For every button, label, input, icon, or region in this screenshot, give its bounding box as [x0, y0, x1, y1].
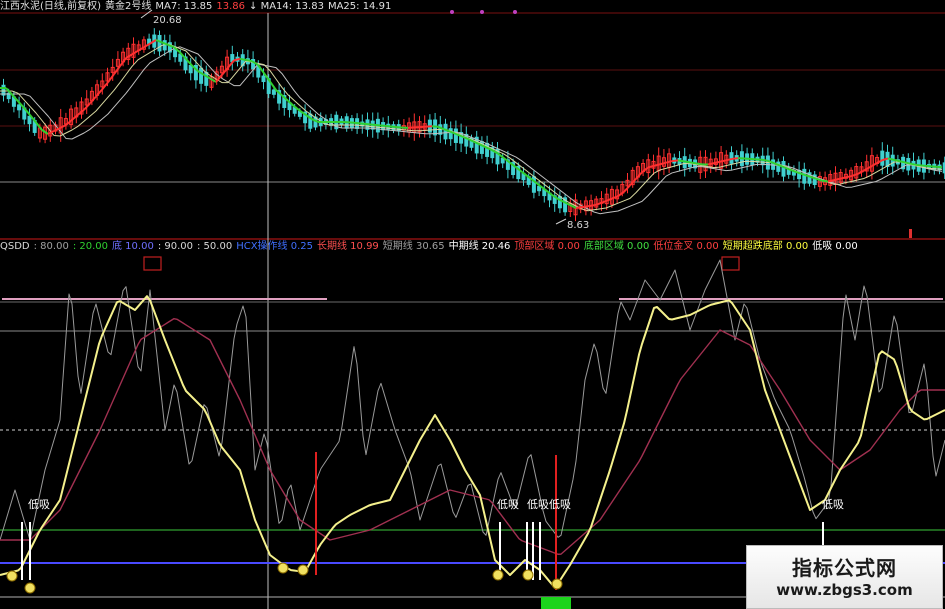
marker-dot: [513, 10, 517, 14]
high-price-label: 20.68: [153, 15, 182, 26]
candlestick: [557, 196, 562, 209]
ma-short-segment: [359, 122, 367, 125]
marker-dot: [480, 10, 484, 14]
smiley-icon: [24, 582, 36, 594]
ma-short-segment: [731, 157, 739, 160]
candlestick: [802, 168, 807, 184]
ma-long-line: [0, 46, 943, 215]
ma-short-segment: [347, 121, 355, 124]
indicator-lines-group: [0, 259, 945, 590]
candlestick: [261, 75, 266, 83]
volume-spike: [909, 229, 912, 238]
moving-average-group: [0, 39, 943, 215]
ma-short-segment: [827, 179, 835, 183]
bottom-zone-block: [541, 597, 571, 609]
high-pointer: [140, 9, 153, 19]
smiley-icon: [492, 569, 504, 581]
smiley-icon: [277, 562, 289, 574]
ma-short-segment: [899, 160, 907, 164]
candlestick: [199, 67, 204, 84]
candlestick: [781, 160, 786, 177]
ma-short-segment: [269, 81, 277, 91]
ma-short-segment: [575, 206, 583, 209]
candlestick: [157, 34, 162, 52]
ma-short-segment: [887, 157, 895, 161]
watermark-box: 指标公式网 www.zbgs3.com: [746, 545, 943, 609]
candlestick: [27, 115, 32, 125]
candlestick: [271, 89, 276, 95]
ma-short-segment: [839, 176, 847, 180]
ma-mid-line: [0, 43, 943, 212]
ma-short-segment: [383, 124, 391, 128]
ma-short-segment: [905, 161, 913, 166]
ma-short-segment: [695, 162, 703, 166]
candlestick: [443, 123, 448, 140]
ma-short-segment: [431, 125, 439, 128]
ma-short-segment: [371, 123, 379, 127]
ma-short-segment: [893, 158, 901, 163]
ma-short-segment: [677, 159, 685, 163]
ma-short-segment: [239, 57, 247, 61]
ma-short-segment: [821, 179, 829, 183]
ma-short-segment: [365, 123, 373, 126]
watermark-url: www.zbgs3.com: [776, 581, 913, 599]
ma-short-segment: [581, 205, 589, 209]
buy-signal-label: 低吸低吸: [527, 498, 571, 511]
long-term-line: [0, 317, 945, 555]
candlestick: [880, 150, 885, 166]
stock-chart-canvas[interactable]: 低吸 低吸 低吸低吸 低吸 20.68 8.63: [0, 0, 945, 609]
ma-short-segment: [377, 124, 385, 127]
marker-dot: [450, 10, 454, 14]
ma-short-segment: [833, 177, 841, 182]
ma-short-segment: [689, 161, 697, 165]
top-zone-box-left: [143, 256, 162, 271]
ma-short-segment: [713, 160, 721, 165]
ma-short-segment: [719, 159, 727, 163]
ma-short-segment: [911, 163, 919, 167]
ma-short-segment: [389, 125, 397, 128]
ma-short-segment: [845, 174, 853, 179]
ma-short-segment: [245, 59, 253, 63]
ma-short-segment: [671, 159, 679, 163]
ma-short-segment: [353, 121, 361, 125]
candlestick: [17, 104, 22, 111]
smiley-icon: [551, 578, 563, 590]
low-pointer: [555, 218, 567, 225]
buy-signal-label: 低吸: [28, 498, 50, 511]
ma-short-segment: [587, 204, 595, 208]
ma-short-segment: [923, 164, 931, 168]
buy-signal-label: 低吸: [822, 498, 844, 511]
top-zone-box-right: [721, 256, 740, 271]
smiley-icon: [6, 570, 18, 582]
ma-short-segment: [395, 126, 403, 129]
buy-signal-label: 低吸: [497, 498, 519, 511]
watermark-title: 指标公式网: [792, 556, 897, 580]
ma-short-segment: [935, 165, 943, 169]
low-price-label: 8.63: [567, 220, 589, 231]
ma-short-segment: [683, 160, 691, 164]
buy-signal-group: 低吸 低吸 低吸低吸 低吸: [6, 498, 844, 594]
smiley-icon: [297, 564, 309, 576]
ma-short-segment: [917, 164, 925, 167]
ma-short-segment: [707, 162, 715, 166]
smiley-icon: [522, 569, 534, 581]
ma-short-segment: [725, 157, 733, 162]
candlestick: [204, 71, 209, 86]
ma-short-segment: [761, 158, 769, 162]
ma-short-segment: [929, 165, 937, 168]
candlestick: [453, 128, 458, 143]
